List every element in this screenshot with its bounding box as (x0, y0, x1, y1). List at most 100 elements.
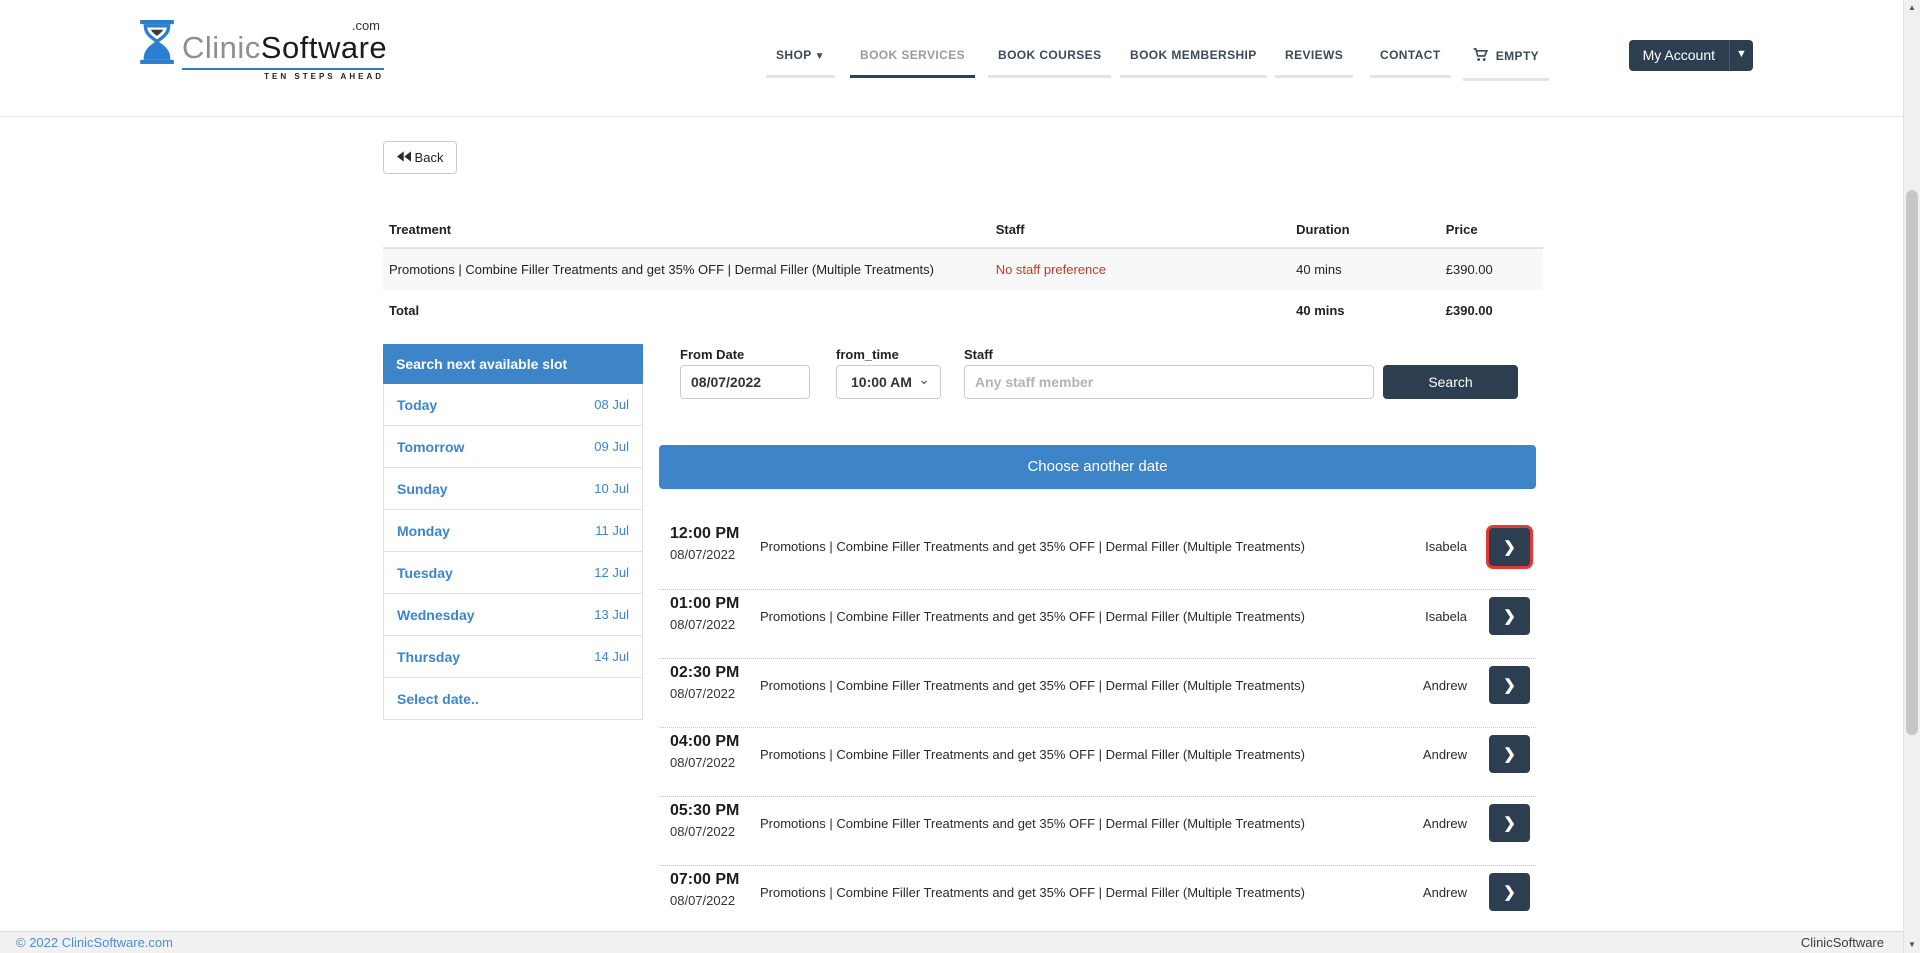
order-summary-table: Treatment Staff Duration Price Promotion… (383, 222, 1543, 330)
sidebar-item-wednesday[interactable]: Wednesday 13 Jul (383, 594, 643, 636)
account-dropdown-toggle[interactable]: ▼ (1729, 40, 1753, 71)
order-treatment: Promotions | Combine Filler Treatments a… (383, 248, 990, 290)
sidebar-item-tomorrow[interactable]: Tomorrow 09 Jul (383, 426, 643, 468)
slot-time: 04:00 PM (670, 733, 760, 751)
order-table-header-row: Treatment Staff Duration Price (383, 222, 1543, 248)
sidebar-item-thursday[interactable]: Thursday 14 Jul (383, 636, 643, 678)
my-account-button[interactable]: My Account ▼ (1629, 40, 1753, 71)
logo-wordmark: ClinicSoftware (182, 30, 387, 66)
nav-reviews[interactable]: REVIEWS (1275, 48, 1353, 78)
chevron-right-icon: ❯ (1503, 884, 1516, 901)
sidebar-item-tuesday[interactable]: Tuesday 12 Jul (383, 552, 643, 594)
next-available-slot-panel: Search next available slot Today 08 Jul … (383, 344, 643, 720)
slot-row: 04:00 PM 08/07/2022 Promotions | Combine… (659, 727, 1536, 796)
slot-row: 02:30 PM 08/07/2022 Promotions | Combine… (659, 658, 1536, 727)
slot-staff: Andrew (1372, 747, 1467, 762)
hourglass-logo-icon (140, 20, 174, 69)
scrollbar-thumb[interactable] (1906, 190, 1918, 735)
sidebar-item-select-date[interactable]: Select date.. (383, 678, 643, 720)
nav-book-membership[interactable]: BOOK MEMBERSHIP (1120, 48, 1267, 78)
slot-time: 02:30 PM (670, 664, 760, 682)
nav-cart[interactable]: EMPTY (1463, 48, 1549, 81)
chevron-down-icon: ⌄ (918, 371, 930, 388)
col-price: Price (1440, 222, 1543, 248)
copyright-link[interactable]: © 2022 ClinicSoftware.com (16, 935, 173, 950)
slot-row: 07:00 PM 08/07/2022 Promotions | Combine… (659, 865, 1536, 934)
nav-book-courses[interactable]: BOOK COURSES (988, 48, 1111, 78)
col-staff: Staff (990, 222, 1290, 248)
book-slot-button[interactable]: ❯ (1489, 804, 1530, 842)
slot-date: 08/07/2022 (670, 547, 760, 562)
chevron-down-icon: ▼ (815, 51, 825, 62)
slot-time: 01:00 PM (670, 595, 760, 613)
slot-row: 01:00 PM 08/07/2022 Promotions | Combine… (659, 589, 1536, 658)
from-date-label: From Date (680, 347, 744, 362)
slot-row: 12:00 PM 08/07/2022 Promotions | Combine… (659, 520, 1536, 589)
logo-underline (182, 68, 384, 70)
back-label: Back (415, 150, 444, 165)
slot-row: 05:30 PM 08/07/2022 Promotions | Combine… (659, 796, 1536, 865)
order-duration: 40 mins (1290, 248, 1440, 290)
rewind-icon (397, 150, 411, 165)
book-slot-button[interactable]: ❯ (1489, 666, 1530, 704)
clinicsoftware-logo[interactable]: ClinicSoftware .com TEN STEPS AHEAD (140, 16, 384, 82)
slot-treatment: Promotions | Combine Filler Treatments a… (760, 539, 1372, 554)
slot-treatment: Promotions | Combine Filler Treatments a… (760, 747, 1372, 762)
chevron-down-icon: ▼ (1736, 48, 1747, 60)
order-price: £390.00 (1440, 248, 1543, 290)
from-date-input[interactable] (680, 365, 810, 399)
choose-another-date-button[interactable]: Choose another date (659, 445, 1536, 489)
slot-staff: Andrew (1372, 678, 1467, 693)
slot-date: 08/07/2022 (670, 617, 760, 632)
from-time-label: from_time (836, 347, 899, 362)
total-price: £390.00 (1440, 290, 1543, 330)
order-row: Promotions | Combine Filler Treatments a… (383, 248, 1543, 290)
nav-contact[interactable]: CONTACT (1370, 48, 1451, 78)
slot-staff: Andrew (1372, 816, 1467, 831)
slot-staff: Isabela (1372, 609, 1467, 624)
slot-date: 08/07/2022 (670, 824, 760, 839)
staff-label: Staff (964, 347, 993, 362)
vertical-scrollbar[interactable]: ▲ ▼ (1903, 0, 1920, 953)
total-label: Total (383, 290, 990, 330)
search-button[interactable]: Search (1383, 365, 1518, 399)
staff-input[interactable] (964, 365, 1374, 399)
back-button[interactable]: Back (383, 141, 457, 174)
from-time-select[interactable]: 10:00 AM ⌄ (836, 365, 941, 399)
slot-time: 05:30 PM (670, 802, 760, 820)
sidebar-item-today[interactable]: Today 08 Jul (383, 384, 643, 426)
book-slot-button[interactable]: ❯ (1489, 597, 1530, 635)
footer: © 2022 ClinicSoftware.com ClinicSoftware (0, 931, 1920, 953)
slot-staff: Andrew (1372, 885, 1467, 900)
order-total-row: Total 40 mins £390.00 (383, 290, 1543, 330)
sidebar-item-sunday[interactable]: Sunday 10 Jul (383, 468, 643, 510)
book-slot-button[interactable]: ❯ (1489, 735, 1530, 773)
my-account-label[interactable]: My Account (1629, 40, 1729, 71)
order-staff: No staff preference (990, 248, 1290, 290)
book-slot-button[interactable]: ❯ (1489, 873, 1530, 911)
cart-icon (1473, 51, 1492, 65)
chevron-right-icon: ❯ (1503, 608, 1516, 625)
slot-treatment: Promotions | Combine Filler Treatments a… (760, 816, 1372, 831)
total-duration: 40 mins (1290, 290, 1440, 330)
logo-tld: .com (352, 18, 380, 33)
slot-date: 08/07/2022 (670, 893, 760, 908)
slot-time: 12:00 PM (670, 525, 760, 543)
scroll-up-arrow-icon[interactable]: ▲ (1904, 0, 1920, 16)
logo-tagline: TEN STEPS AHEAD (264, 72, 384, 81)
slot-time: 07:00 PM (670, 871, 760, 889)
slot-date: 08/07/2022 (670, 686, 760, 701)
book-slot-button[interactable]: ❯ (1489, 528, 1530, 566)
nav-shop[interactable]: SHOP▼ (766, 48, 835, 78)
chevron-right-icon: ❯ (1503, 677, 1516, 694)
chevron-right-icon: ❯ (1503, 746, 1516, 763)
chevron-right-icon: ❯ (1503, 539, 1516, 556)
from-time-value: 10:00 AM (851, 374, 912, 390)
header: ClinicSoftware .com TEN STEPS AHEAD SHOP… (0, 0, 1920, 117)
chevron-right-icon: ❯ (1503, 815, 1516, 832)
nav-book-services[interactable]: BOOK SERVICES (850, 48, 975, 78)
footer-brand: ClinicSoftware (1801, 935, 1884, 950)
slot-treatment: Promotions | Combine Filler Treatments a… (760, 609, 1372, 624)
sidebar-item-monday[interactable]: Monday 11 Jul (383, 510, 643, 552)
scroll-down-arrow-icon[interactable]: ▼ (1904, 937, 1920, 953)
